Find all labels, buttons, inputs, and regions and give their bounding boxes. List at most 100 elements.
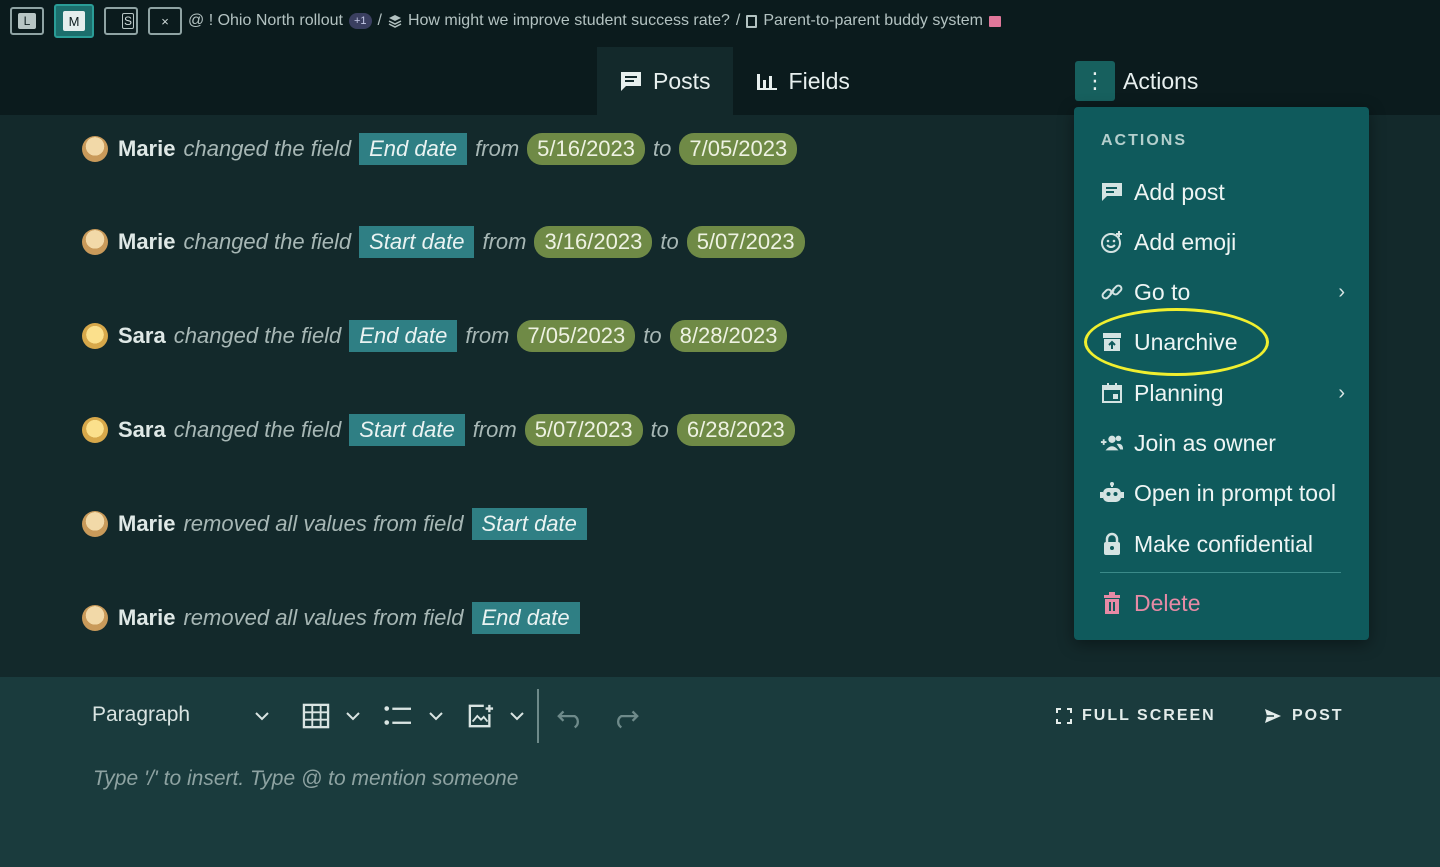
post-button[interactable]: POST [1264, 707, 1344, 725]
image-add-icon[interactable] [467, 703, 495, 729]
avatar [82, 605, 108, 631]
menu-item-join-as-owner[interactable]: Join as owner [1100, 425, 1345, 461]
menu-item-delete[interactable]: Delete [1100, 585, 1345, 621]
close-icon: × [161, 13, 169, 29]
menu-item-label: Add emoji [1134, 228, 1237, 255]
list-item: Marie removed all values from field Star… [82, 506, 587, 542]
link-icon [1100, 280, 1124, 304]
menu-item-label: Delete [1134, 589, 1201, 616]
activity-verb: changed the field [183, 136, 352, 161]
menu-item-planning[interactable]: Planning › [1100, 375, 1345, 411]
view-medium-button[interactable]: M [54, 4, 94, 38]
avatar [82, 136, 108, 162]
chevron-down-icon[interactable] [345, 710, 361, 722]
view-large-button[interactable]: L [10, 7, 44, 35]
fullscreen-icon [1056, 708, 1072, 724]
full-screen-button[interactable]: FULL SCREEN [1056, 707, 1216, 725]
chevron-right-icon: › [1338, 280, 1345, 303]
actions-button[interactable]: ⋮ Actions [1075, 61, 1198, 101]
to-word: to [650, 417, 669, 442]
from-word: from [475, 136, 520, 161]
field-chip: Start date [349, 414, 465, 446]
robot-icon [1100, 481, 1124, 505]
chevron-down-icon[interactable] [509, 710, 525, 722]
date-chip-to: 8/28/2023 [669, 320, 788, 352]
paragraph-style-select[interactable]: Paragraph [92, 703, 190, 727]
tab-posts-label: Posts [653, 67, 711, 94]
view-small-label: S [122, 13, 134, 29]
activity-verb: removed all values from field [183, 511, 464, 536]
group-add-icon [1100, 431, 1124, 455]
comment-icon [621, 72, 641, 91]
activity-verb: removed all values from field [183, 605, 464, 630]
menu-item-label: Go to [1134, 278, 1191, 305]
actions-label: Actions [1123, 67, 1199, 94]
avatar [82, 511, 108, 537]
calendar-icon [1100, 381, 1124, 405]
menu-item-label: Add post [1134, 178, 1225, 205]
tab-fields[interactable]: Fields [733, 47, 872, 115]
user-name[interactable]: Marie [118, 229, 175, 255]
kebab-icon[interactable]: ⋮ [1075, 61, 1115, 101]
from-word: from [465, 323, 510, 348]
menu-item-go-to[interactable]: Go to › [1100, 274, 1345, 310]
chevron-down-icon[interactable] [428, 710, 444, 722]
list-item: Marie removed all values from field End … [82, 600, 580, 636]
toolbar-divider [537, 689, 539, 743]
editor-input[interactable]: Type '/' to insert. Type @ to mention so… [93, 767, 518, 791]
from-word: from [472, 417, 517, 442]
close-view-button[interactable]: × [148, 7, 182, 35]
activity-verb: changed the field [173, 323, 342, 348]
breadcrumb-count-badge[interactable]: +1 [348, 13, 372, 29]
to-word: to [643, 323, 662, 348]
date-chip-from: 5/07/2023 [524, 414, 643, 446]
view-medium-label: M [63, 11, 85, 31]
menu-item-make-confidential[interactable]: Make confidential [1100, 526, 1345, 562]
breadcrumb: @ ! Ohio North rollout +1 / How might we… [188, 12, 1002, 30]
list-item: Sara changed the field Start date from 5… [82, 412, 795, 448]
menu-item-open-in-prompt-tool[interactable]: Open in prompt tool [1100, 475, 1345, 511]
menu-item-label: Make confidential [1134, 530, 1313, 557]
tab-bar: Posts Fields [597, 47, 872, 115]
breadcrumb-separator: / [735, 12, 741, 29]
user-name[interactable]: Sara [118, 323, 166, 349]
list-item: Marie changed the field End date from 5/… [82, 131, 798, 167]
to-word: to [660, 229, 679, 254]
menu-item-label: Join as owner [1134, 429, 1276, 456]
activity-verb: changed the field [183, 229, 352, 254]
comment-icon [1100, 180, 1124, 204]
editor-toolbar: Paragraph FULL SCREEN POST [0, 677, 1440, 757]
user-name[interactable]: Marie [118, 136, 175, 162]
date-chip-from: 3/16/2023 [534, 226, 653, 258]
tab-posts[interactable]: Posts [597, 47, 733, 115]
tab-fields-label: Fields [788, 67, 850, 94]
date-chip-to: 6/28/2023 [676, 414, 795, 446]
undo-icon[interactable] [556, 705, 584, 731]
from-word: from [482, 229, 527, 254]
breadcrumb-current[interactable]: Parent-to-parent buddy system [763, 12, 983, 30]
view-large-label: L [18, 13, 36, 29]
redo-icon[interactable] [612, 705, 640, 731]
chevron-down-icon[interactable] [254, 710, 270, 722]
user-name[interactable]: Sara [118, 417, 166, 443]
layers-icon [388, 15, 402, 28]
breadcrumb-question[interactable]: How might we improve student success rat… [408, 12, 730, 30]
breadcrumb-root[interactable]: @ ! Ohio North rollout [188, 12, 343, 30]
list-item: Sara changed the field End date from 7/0… [82, 318, 788, 354]
user-name[interactable]: Marie [118, 605, 175, 631]
field-chip: End date [471, 602, 580, 634]
lock-icon [1100, 532, 1124, 556]
menu-item-add-emoji[interactable]: Add emoji [1100, 224, 1345, 260]
view-small-button[interactable]: S [104, 7, 138, 35]
document-icon [746, 14, 758, 28]
highlight-ellipse [1084, 308, 1269, 376]
user-name[interactable]: Marie [118, 511, 175, 537]
full-screen-label: FULL SCREEN [1082, 707, 1216, 724]
field-chip: Start date [359, 226, 475, 258]
list-icon[interactable] [383, 703, 411, 729]
menu-item-add-post[interactable]: Add post [1100, 174, 1345, 210]
date-chip-from: 5/16/2023 [527, 133, 646, 165]
avatar [82, 229, 108, 255]
table-icon[interactable] [302, 703, 330, 729]
send-icon [1265, 709, 1281, 723]
